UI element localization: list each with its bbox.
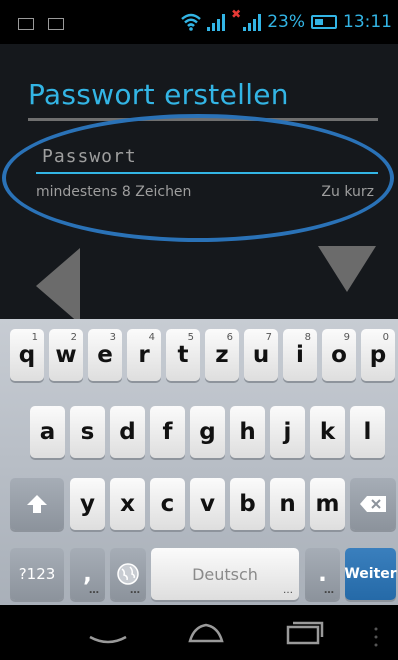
password-field-wrapper	[36, 140, 378, 176]
overflow-menu-icon[interactable]	[372, 625, 380, 649]
triangle-left-icon[interactable]	[36, 248, 80, 324]
key-h[interactable]: h	[230, 406, 265, 458]
shift-key[interactable]	[10, 478, 64, 530]
signal-2-icon	[243, 13, 262, 31]
key-n[interactable]: n	[270, 478, 305, 530]
comma-key[interactable]: ,…	[70, 548, 105, 600]
key-f[interactable]: f	[150, 406, 185, 458]
backspace-key[interactable]	[350, 478, 396, 530]
key-q[interactable]: q1	[10, 329, 44, 381]
space-key[interactable]: Deutsch…	[151, 548, 299, 600]
password-screen: Passwort erstellen mindestens 8 Zeichen …	[0, 44, 398, 324]
wifi-icon	[181, 13, 201, 31]
image-notification-icon	[48, 18, 64, 30]
system-navigation-bar	[0, 605, 398, 660]
globe-icon	[117, 563, 139, 585]
key-s[interactable]: s	[70, 406, 105, 458]
clock: 13:11	[343, 12, 392, 32]
language-key[interactable]: …	[110, 548, 146, 600]
key-x[interactable]: x	[110, 478, 145, 530]
system-status: ✖ 23% 13:11	[181, 7, 392, 32]
shift-arrow-icon	[27, 495, 47, 513]
symbols-key[interactable]: ?123	[10, 548, 64, 600]
key-u[interactable]: u7	[244, 329, 278, 381]
home-icon[interactable]	[186, 617, 226, 647]
key-i[interactable]: i8	[283, 329, 317, 381]
key-l[interactable]: l	[350, 406, 385, 458]
notification-icons	[18, 18, 64, 30]
key-b[interactable]: b	[230, 478, 265, 530]
next-action-key[interactable]: Weiter	[344, 548, 397, 600]
battery-icon	[311, 15, 337, 29]
page-title: Passwort erstellen	[28, 78, 289, 111]
backspace-icon	[360, 496, 386, 512]
highlight-annotation-oval	[2, 114, 394, 242]
back-chevron-icon[interactable]	[88, 617, 128, 647]
battery-percent: 23%	[267, 12, 305, 32]
key-t[interactable]: t5	[166, 329, 200, 381]
password-input[interactable]	[36, 140, 378, 174]
key-d[interactable]: d	[110, 406, 145, 458]
key-v[interactable]: v	[190, 478, 225, 530]
password-hint: mindestens 8 Zeichen	[36, 184, 192, 200]
keyboard-notification-icon	[18, 18, 34, 30]
key-c[interactable]: c	[150, 478, 185, 530]
password-strength-status: Zu kurz	[321, 184, 374, 200]
key-m[interactable]: m	[310, 478, 345, 530]
triangle-down-icon[interactable]	[318, 246, 376, 292]
key-w[interactable]: w2	[49, 329, 83, 381]
key-g[interactable]: g	[190, 406, 225, 458]
key-e[interactable]: e3	[88, 329, 122, 381]
key-a[interactable]: a	[30, 406, 65, 458]
no-sim-icon: ✖	[231, 7, 242, 21]
key-p[interactable]: p0	[361, 329, 395, 381]
signal-icon	[207, 13, 226, 31]
status-bar: ✖ 23% 13:11	[0, 0, 398, 44]
key-o[interactable]: o9	[322, 329, 356, 381]
soft-keyboard: q1 w2 e3 r4 t5 z6 u7 i8 o9 p0 a s d f g …	[0, 319, 398, 605]
title-divider	[28, 118, 378, 121]
period-key[interactable]: .…	[305, 548, 340, 600]
key-k[interactable]: k	[310, 406, 345, 458]
key-r[interactable]: r4	[127, 329, 161, 381]
recent-apps-icon[interactable]	[284, 617, 324, 647]
key-y[interactable]: y	[70, 478, 105, 530]
key-j[interactable]: j	[270, 406, 305, 458]
key-z[interactable]: z6	[205, 329, 239, 381]
